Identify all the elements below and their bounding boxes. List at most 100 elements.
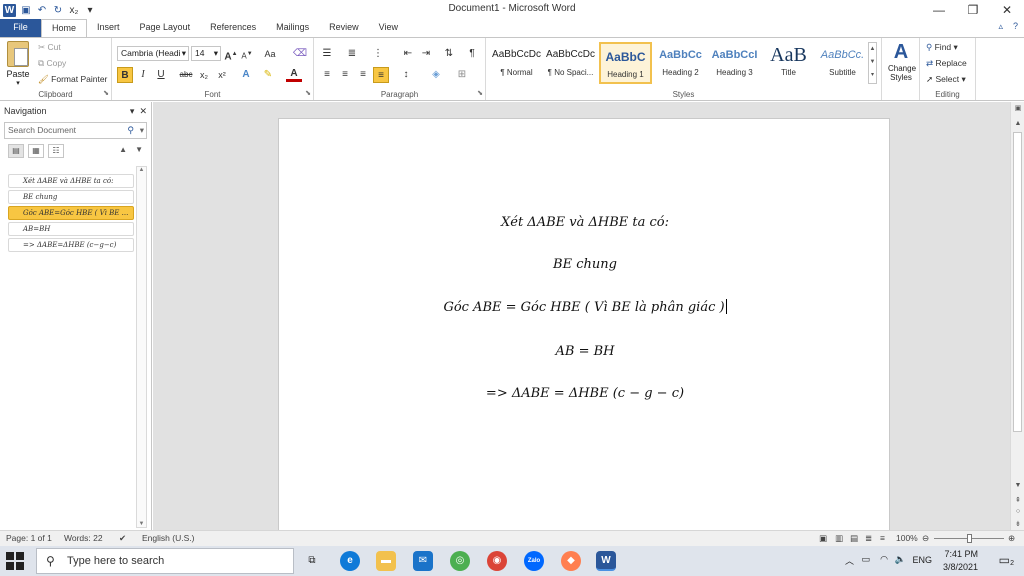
shading-icon[interactable]: ◈ [428,67,444,83]
windows-start-icon[interactable] [6,552,24,570]
change-case-button[interactable]: Aa [262,46,278,62]
styles-scroll[interactable]: ▲ ▼ ▾ [868,42,877,84]
text-effects-icon[interactable]: A [238,67,254,83]
redo-icon[interactable]: ↻ [52,5,64,16]
search-options-icon[interactable]: ▾ [140,123,144,138]
clipboard-launcher-icon[interactable]: ⬊ [103,89,109,97]
strikethrough-button[interactable]: abc [178,67,194,83]
style-normal[interactable]: AaBbCcDc ¶ Normal [490,42,543,84]
zoom-slider-thumb[interactable] [967,534,972,543]
copy-button[interactable]: ⧉ Copy [38,58,66,69]
show-paragraph-marks-icon[interactable]: ¶ [464,46,480,62]
taskbar-search-input[interactable]: ⚲ Type here to search [36,548,294,574]
superscript-button[interactable]: x² [214,67,230,83]
style-heading-3[interactable]: AaBbCcI Heading 3 [708,42,761,84]
underline-button[interactable]: U [153,67,169,83]
replace-button[interactable]: ⇄ Replace [926,58,967,69]
minimize-ribbon-icon[interactable]: ▵ [998,21,1003,32]
numbering-icon[interactable]: ≣ [344,46,360,62]
style-heading-1[interactable]: AaBbC Heading 1 [599,42,652,84]
align-center-icon[interactable]: ≡ [337,67,353,83]
close-icon[interactable]: ✕ [990,0,1024,20]
search-icon[interactable]: ⚲ [127,123,134,138]
file-explorer-icon[interactable]: ▬ [376,551,396,571]
help-icon[interactable]: ? [1013,21,1018,32]
scroll-thumb[interactable] [1013,132,1022,432]
edge-icon[interactable]: e [340,551,360,571]
restore-icon[interactable]: ❐ [956,0,990,20]
page-count[interactable]: Page: 1 of 1 [6,533,52,543]
zoom-in-icon[interactable]: ⊕ [1008,533,1015,544]
show-hidden-icons-icon[interactable]: ︿ [845,554,854,567]
chrome-icon[interactable]: ◉ [487,551,507,571]
tab-references[interactable]: References [200,19,266,37]
heading-item[interactable]: Xét ΔABE và ΔHBE ta có: [8,174,134,188]
task-view-icon[interactable]: ⧉ [302,551,322,571]
zoom-level[interactable]: 100% [896,533,918,543]
line-spacing-icon[interactable]: ↕ [398,67,414,83]
align-right-icon[interactable]: ≡ [355,67,371,83]
tab-page-layout[interactable]: Page Layout [130,19,201,37]
tab-home[interactable]: Home [41,19,88,37]
word-taskbar-icon[interactable]: W [596,551,616,571]
outline-icon[interactable]: ≣ [865,533,872,544]
font-size-select[interactable]: 14 ▾ [191,46,221,61]
zalo-icon[interactable]: Zalo [524,551,544,571]
doc-line-1[interactable]: Xét ΔABE và ΔHBE ta có: [279,215,891,230]
highlight-icon[interactable]: ✎ [260,67,276,83]
doc-line-2[interactable]: BE chung [279,257,891,272]
pane-options-icon[interactable]: ▾ [130,106,135,116]
input-language[interactable]: ENG [912,555,932,565]
print-layout-icon[interactable]: ▣ [819,533,827,544]
change-styles-button[interactable]: A Change Styles [888,40,916,82]
find-button[interactable]: ⚲ Find ▾ [926,42,958,53]
close-pane-icon[interactable]: ✕ [139,106,147,116]
grow-font-button[interactable]: A▲ [223,46,239,62]
mail-icon[interactable]: ✉ [413,551,433,571]
subscript-qat-icon[interactable]: x₂ [68,5,80,16]
next-heading-icon[interactable]: ▼ [135,145,143,154]
next-page-icon[interactable]: ⇟ [1011,520,1024,528]
scroll-down-icon[interactable]: ▼ [1011,482,1024,489]
scroll-up-icon[interactable]: ▲ [1011,120,1024,127]
document-scrollbar[interactable]: ▣ ▲ ▼ ⇞ ○ ⇟ [1010,102,1024,530]
customize-qat-icon[interactable]: ▾ [84,5,96,16]
heading-item[interactable]: BE chung [8,190,134,204]
borders-icon[interactable]: ⊞ [454,67,470,83]
notifications-icon[interactable]: ▭ [999,553,1010,567]
web-layout-icon[interactable]: ▤ [850,533,858,544]
paragraph-launcher-icon[interactable]: ⬊ [477,89,483,97]
scroll-down-icon[interactable]: ▼ [137,521,146,527]
previous-heading-icon[interactable]: ▲ [119,145,127,154]
clock-date[interactable]: 3/8/2021 [943,562,978,572]
zoom-out-icon[interactable]: ⊖ [922,533,929,544]
headings-view-icon[interactable]: ▤ [8,144,24,158]
nav-scrollbar[interactable]: ▲ ▼ [136,166,147,528]
scroll-up-icon[interactable]: ▲ [137,167,146,173]
bullets-icon[interactable]: ☰ [319,46,335,62]
draft-icon[interactable]: ≡ [880,533,885,543]
document-page[interactable]: Xét ΔABE và ΔHBE ta có: BE chung Góc ABE… [278,118,890,538]
word-count[interactable]: Words: 22 [64,533,103,543]
full-screen-reading-icon[interactable]: ▥ [835,533,843,544]
browse-object-icon[interactable]: ○ [1011,508,1024,515]
justify-icon[interactable]: ≡ [373,67,389,83]
tab-view[interactable]: View [369,19,408,37]
cut-button[interactable]: ✂ Cut [38,42,61,53]
font-name-select[interactable]: Cambria (Headi ▾ [117,46,189,61]
search-document-input[interactable]: Search Document ⚲ ▾ [4,122,147,139]
decrease-indent-icon[interactable]: ⇤ [400,46,416,62]
font-launcher-icon[interactable]: ⬊ [305,89,311,97]
language-status[interactable]: English (U.S.) [142,533,194,543]
minimize-icon[interactable]: — [922,0,956,20]
doc-line-5[interactable]: => ΔABE = ΔHBE (c − g − c) [279,386,891,401]
battery-icon[interactable]: ▭ [861,554,870,565]
bold-button[interactable]: B [117,67,133,83]
previous-page-icon[interactable]: ⇞ [1011,496,1024,504]
proofing-icon[interactable]: ✔ [119,533,126,544]
shrink-font-button[interactable]: A▼ [239,46,255,62]
doc-line-3[interactable]: Góc ABE = Góc HBE ( Vì BE là phân giác ) [279,299,891,315]
style-heading-2[interactable]: AaBbCc Heading 2 [654,42,707,84]
heading-item[interactable]: AB=BH [8,222,134,236]
heading-item-selected[interactable]: Góc ABE=Góc HBE ( Vì BE ... [8,206,134,220]
